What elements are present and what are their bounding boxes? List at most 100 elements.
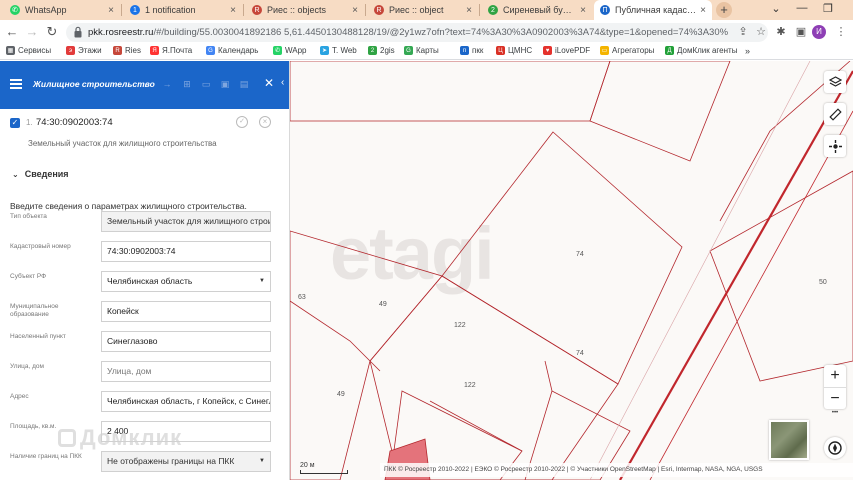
google-maps-icon: G	[404, 46, 413, 55]
settlement-input[interactable]: Синеглазово	[101, 331, 271, 352]
layers-button[interactable]	[824, 71, 846, 93]
profile-avatar[interactable]: И	[812, 25, 826, 39]
confirm-icon[interactable]: ✓	[236, 116, 248, 128]
map-attribution: ПКК © Росреестр 2010-2022 | ЕЭКО © Росре…	[380, 463, 853, 477]
whatsapp-icon: ✆	[273, 46, 282, 55]
browser-menu-icon[interactable]: ⋮	[834, 25, 848, 39]
ruler-button[interactable]	[824, 103, 846, 125]
bookmark-label: iLovePDF	[555, 46, 591, 55]
compass-button[interactable]	[824, 437, 846, 459]
save-icon[interactable]: ▣	[219, 78, 231, 90]
reload-button[interactable]: ↻	[44, 24, 60, 40]
zoom-out-button[interactable]: −	[824, 387, 846, 409]
close-icon[interactable]: ×	[580, 5, 586, 16]
bookmark-domclick[interactable]: Д ДомКлик агенты	[665, 46, 737, 55]
bookmark-label: Календарь	[218, 46, 259, 55]
reading-list-icon[interactable]: ▣	[794, 25, 808, 39]
bookmark-2gis[interactable]: 2 2gis	[368, 46, 395, 55]
extensions-icon[interactable]: ✱	[774, 25, 788, 39]
menu-icon[interactable]	[10, 79, 22, 89]
arrow-right-icon[interactable]: →	[161, 78, 173, 90]
bookmark-label: пкк	[472, 46, 484, 55]
parcel-label: 49	[337, 391, 345, 398]
bookmark-etagi[interactable]: э Этажи	[66, 46, 102, 55]
bookmark-pkk[interactable]: п пкк	[460, 46, 483, 55]
more-icon[interactable]: •••	[826, 410, 844, 416]
back-button[interactable]: ←	[4, 24, 20, 40]
object-checkbox[interactable]: ✓	[10, 118, 20, 128]
bookmark-ries[interactable]: R Ries	[113, 46, 141, 55]
apps-icon: ▦	[6, 46, 15, 55]
field-address: Адрес Челябинская область, г Копейск, с …	[0, 391, 282, 413]
zoom-in-button[interactable]: +	[824, 365, 846, 387]
close-icon[interactable]: ×	[466, 5, 472, 16]
field-label: Населенный пункт	[10, 333, 66, 340]
municipality-input[interactable]: Копейск	[101, 301, 271, 322]
whatsapp-icon: ✆	[10, 5, 20, 15]
section-toggle[interactable]: ⌄ Сведения	[12, 169, 69, 179]
bookmark-services[interactable]: ▦ Сервисы	[6, 46, 51, 55]
object-cadastral-number[interactable]: 74:30:0902003:74	[36, 117, 113, 128]
field-object-type: Тип объекта Земельный участок для жилищн…	[0, 211, 282, 233]
print-icon[interactable]: ▤	[238, 78, 250, 90]
close-icon[interactable]: ×	[700, 5, 706, 16]
basemap-switcher[interactable]	[769, 420, 809, 460]
region-select[interactable]: Челябинская область	[101, 271, 271, 292]
street-input[interactable]: Улица, дом	[101, 361, 271, 382]
google-calendar-icon: G	[206, 46, 215, 55]
rosreestr-icon: П	[600, 5, 610, 15]
bookmark-telegram[interactable]: ➤ T. Web	[320, 46, 357, 55]
lock-icon[interactable]	[74, 26, 82, 38]
object-row[interactable]: ✓ 1. 74:30:0902003:74 ✓ ×	[0, 111, 282, 137]
new-tab-button[interactable]: +	[716, 2, 732, 18]
maximize-icon[interactable]: ❐	[820, 2, 836, 15]
field-label: Улица, дом	[10, 363, 44, 370]
field-label: Субъект РФ	[10, 273, 47, 280]
grid-icon[interactable]: ⊞	[181, 78, 193, 90]
bookmark-ilovepdf[interactable]: ♥ iLovePDF	[543, 46, 590, 55]
bookmark-yandex-mail[interactable]: Я Я.Почта	[150, 46, 192, 55]
forward-button[interactable]: →	[24, 24, 40, 40]
remove-icon[interactable]: ×	[259, 116, 271, 128]
tab-ries-objects[interactable]: R Риес :: objects ×	[246, 0, 364, 20]
tab-search-icon[interactable]: ⌄	[768, 2, 784, 15]
cadastral-map[interactable]: etagi 74 50 63 49 122 74 122 49	[290, 61, 853, 480]
bookmark-aggregators[interactable]: ▭ Агрегаторы	[600, 46, 654, 55]
field-boundaries: Наличие границ на ПКК Не отображены гран…	[0, 451, 282, 473]
tab-whatsapp[interactable]: ✆ WhatsApp ×	[4, 0, 120, 20]
minimize-icon[interactable]: —	[794, 2, 810, 14]
bookmark-star-icon[interactable]: ☆	[754, 25, 768, 39]
tab-pkk-active[interactable]: П Публичная кадастров ×	[594, 0, 712, 20]
collapse-panel-icon[interactable]: ‹	[281, 77, 284, 88]
tab-title: Сиреневый бульвар,	[503, 5, 576, 15]
close-panel-button[interactable]: ✕	[262, 76, 276, 90]
chevron-down-icon: ⌄	[12, 169, 19, 179]
section-intro: Введите сведения о параметрах жилищного …	[10, 201, 247, 211]
url-text[interactable]: pkk.rosreestr.ru/#/building/55.003004189…	[88, 27, 728, 38]
scale-label: 20 м	[300, 462, 315, 469]
close-icon[interactable]: ×	[230, 5, 236, 16]
close-icon[interactable]: ×	[108, 5, 114, 16]
field-label: Тип объекта	[10, 213, 47, 220]
ilovepdf-icon: ♥	[543, 46, 552, 55]
cadastral-number-input[interactable]: 74:30:0902003:74	[101, 241, 271, 262]
address-input[interactable]: Челябинская область, г Копейск, с Синегл…	[101, 391, 271, 412]
boundaries-select[interactable]: Не отображены границы на ПКК	[101, 451, 271, 472]
folder-icon[interactable]: ▭	[200, 78, 212, 90]
tab-2gis[interactable]: 2 Сиреневый бульвар, ×	[482, 0, 592, 20]
bookmark-wapp[interactable]: ✆ WApp	[273, 46, 307, 55]
locate-button[interactable]	[824, 135, 846, 157]
object-type-input[interactable]: Земельный участок для жилищного строител…	[101, 211, 271, 232]
more-bookmarks-icon[interactable]: »	[745, 46, 750, 56]
tab-ries-object[interactable]: R Риес :: object ×	[368, 0, 478, 20]
share-icon[interactable]: ⇪	[736, 25, 750, 39]
bookmark-cmns[interactable]: Ц ЦМНС	[496, 46, 532, 55]
bookmark-google-maps[interactable]: G Карты	[404, 46, 439, 55]
ries-icon: R	[374, 5, 384, 15]
bookmark-label: Я.Почта	[162, 46, 193, 55]
tab-title: WhatsApp	[25, 5, 67, 15]
tab-notification[interactable]: 1 1 notification ×	[124, 0, 242, 20]
bookmark-calendar[interactable]: G Календарь	[206, 46, 258, 55]
close-icon[interactable]: ×	[352, 5, 358, 16]
parcel-right-50	[709, 170, 853, 382]
